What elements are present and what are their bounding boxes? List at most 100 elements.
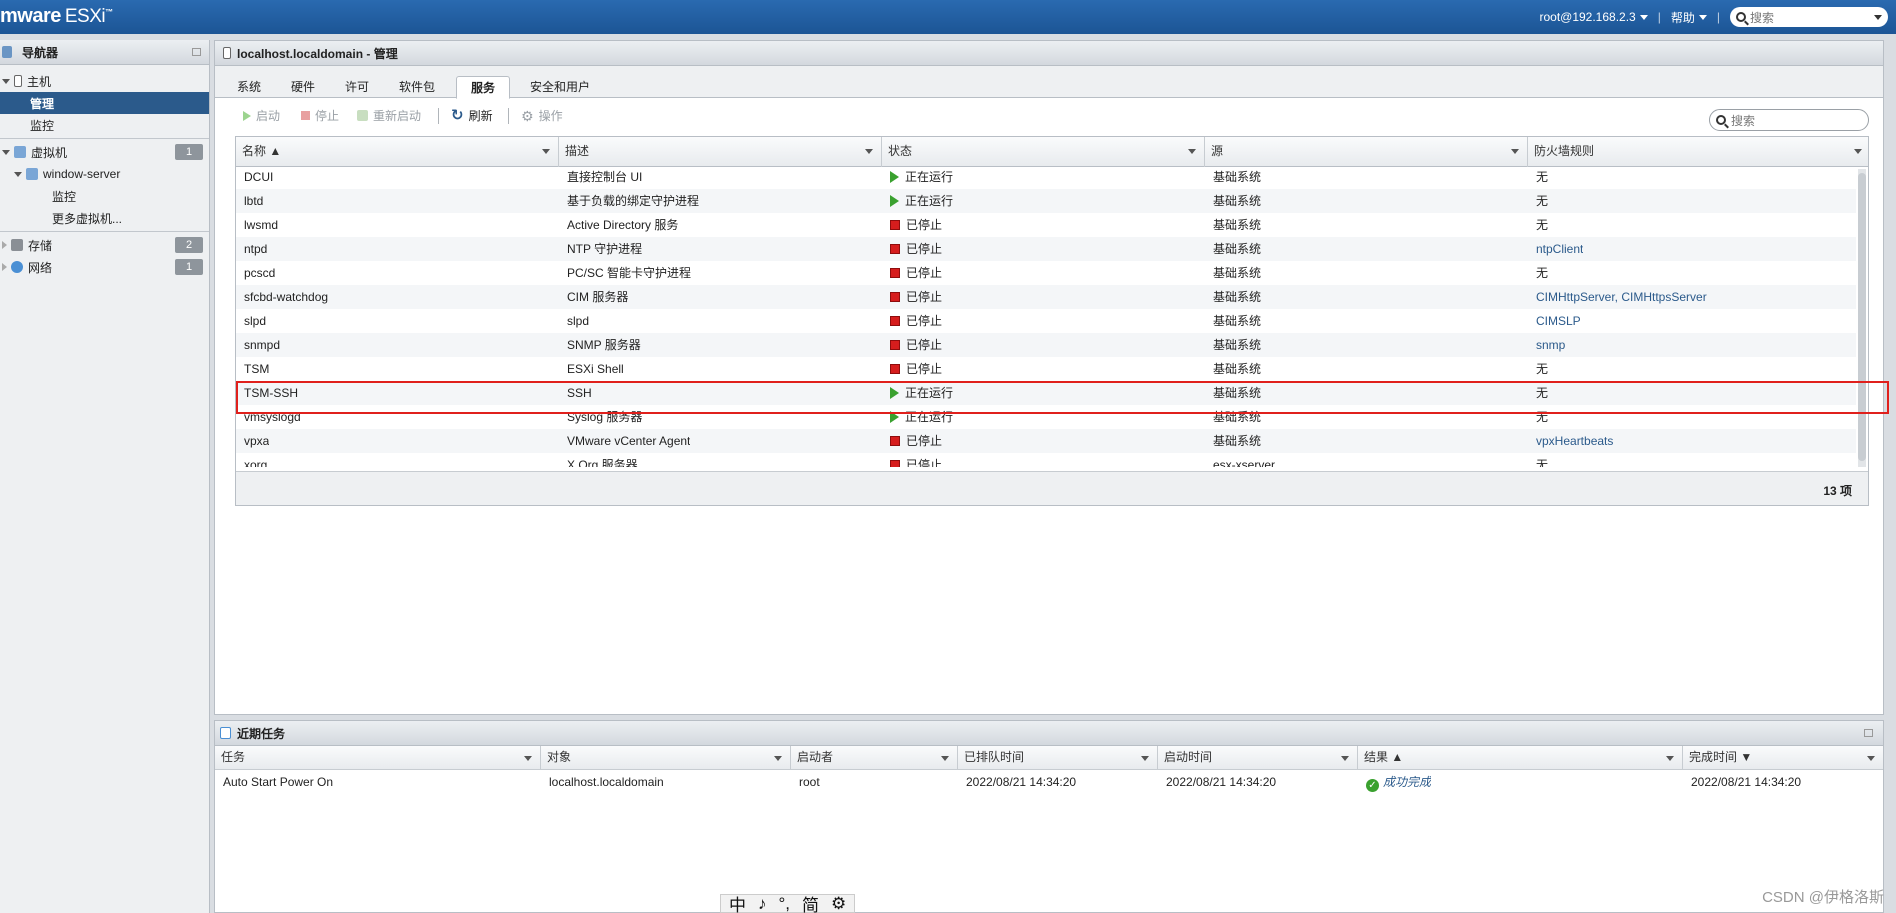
global-search-input[interactable]: 搜索: [1730, 7, 1888, 27]
nav-host-monitor[interactable]: 监控: [0, 114, 209, 136]
tab-security-users[interactable]: 安全和用户: [517, 76, 603, 99]
ime-button[interactable]: 简: [802, 891, 819, 913]
minimize-icon[interactable]: [192, 48, 201, 56]
gear-icon: ⚙: [521, 107, 534, 124]
table-row[interactable]: xorg X.Org 服务器 已停止 esx-xserver 无: [236, 453, 1856, 467]
nav-host-manage[interactable]: 管理: [0, 92, 209, 114]
tab-hardware[interactable]: 硬件: [279, 76, 327, 99]
expand-icon[interactable]: [14, 171, 22, 177]
count-badge: 1: [175, 259, 203, 275]
user-menu[interactable]: root@192.168.2.3: [1531, 10, 1655, 24]
column-status[interactable]: 状态: [882, 137, 1205, 167]
stopped-icon: [890, 244, 900, 254]
panel-header: localhost.localdomain - 管理: [215, 41, 1883, 66]
nav-host[interactable]: 主机: [0, 70, 209, 92]
column-source[interactable]: 源: [1205, 137, 1528, 167]
service-toolbar: 启动 停止 重新启动 ↻ 刷新 ⚙ 操作: [215, 99, 1883, 129]
watermark: CSDN @伊格洛斯: [1762, 889, 1884, 906]
task-row[interactable]: Auto Start Power On localhost.localdomai…: [215, 770, 1883, 794]
navigator-header: 导航器: [0, 40, 209, 65]
nav-storage[interactable]: 存储 2: [0, 234, 209, 256]
chevron-down-icon: [1698, 14, 1707, 20]
table-row[interactable]: snmpd SNMP 服务器 已停止 基础系统 snmp: [236, 333, 1856, 357]
tab-services[interactable]: 服务: [456, 76, 510, 99]
stopped-icon: [890, 220, 900, 230]
column-completed[interactable]: 完成时间 ▼: [1683, 746, 1883, 770]
stopped-icon: [890, 460, 900, 467]
scrollbar-thumb[interactable]: [1858, 173, 1866, 461]
vm-icon: [26, 168, 38, 180]
collapsed-icon[interactable]: [2, 241, 7, 249]
recent-tasks-panel: 近期任务 任务 对象 启动者 已排队时间 启动时间 结果 ▲ 完成时间 ▼ Au…: [214, 720, 1884, 913]
table-row[interactable]: lbtd 基于负载的绑定守护进程 正在运行 基础系统无: [236, 189, 1856, 213]
table-row[interactable]: pcscd PC/SC 智能卡守护进程 已停止 基础系统无: [236, 261, 1856, 285]
search-placeholder: 搜索: [1750, 10, 1775, 25]
table-row[interactable]: lwsmd Active Directory 服务 已停止 基础系统无: [236, 213, 1856, 237]
nav-vm-monitor[interactable]: 监控: [0, 185, 209, 207]
tab-system[interactable]: 系统: [225, 76, 273, 99]
refresh-icon: ↻: [451, 106, 464, 124]
nav-more-vms[interactable]: 更多虚拟机...: [0, 207, 209, 229]
tab-bar: 系统 硬件 许可 软件包 服务 安全和用户: [215, 66, 1883, 99]
ime-button[interactable]: ♪: [758, 894, 767, 913]
separator: |: [1657, 10, 1661, 24]
highlight-box: [236, 381, 1889, 414]
help-label: 帮助: [1670, 10, 1695, 25]
services-search-input[interactable]: 搜索: [1709, 109, 1869, 131]
vm-icon: [14, 146, 26, 158]
tab-licensing[interactable]: 许可: [333, 76, 381, 99]
tasks-icon: [220, 727, 231, 739]
nav-vms[interactable]: 虚拟机 1: [0, 141, 209, 163]
nav-vm-window-server[interactable]: window-server: [0, 163, 209, 185]
ime-toolbar: 中 ♪ °, 简 ⚙: [720, 891, 856, 913]
panel-title: localhost.localdomain - 管理: [237, 46, 398, 61]
refresh-button[interactable]: ↻ 刷新: [451, 107, 493, 124]
stop-button[interactable]: 停止: [301, 107, 339, 124]
navigator-panel: 导航器 主机 管理 监控 虚拟机 1 window-server 监控 更多虚拟…: [0, 40, 210, 913]
column-target[interactable]: 对象: [541, 746, 791, 770]
table-row[interactable]: sfcbd-watchdog CIM 服务器 已停止 基础系统 CIMHttpServe…: [236, 285, 1856, 309]
chevron-down-icon[interactable]: [1874, 14, 1882, 20]
minimize-icon[interactable]: [1864, 729, 1873, 737]
column-result[interactable]: 结果 ▲: [1358, 746, 1683, 770]
collapsed-icon[interactable]: [2, 263, 7, 271]
column-queued[interactable]: 已排队时间: [958, 746, 1158, 770]
column-task[interactable]: 任务: [215, 746, 541, 770]
actions-button[interactable]: ⚙ 操作: [521, 107, 563, 124]
host-icon: [223, 47, 231, 59]
table-row[interactable]: TSM ESXi Shell 已停止 基础系统无: [236, 357, 1856, 381]
table-row[interactable]: DCUI 直接控制台 UI 正在运行 基础系统无: [236, 167, 1856, 189]
expand-icon[interactable]: [2, 78, 10, 84]
nav-network[interactable]: 网络 1: [0, 256, 209, 278]
stopped-icon: [890, 316, 900, 326]
column-firewall[interactable]: 防火墙规则: [1528, 137, 1870, 167]
play-icon: [243, 110, 251, 121]
tab-packages[interactable]: 软件包: [387, 76, 447, 99]
table-scrollbar[interactable]: [1858, 169, 1866, 467]
start-button[interactable]: 启动: [243, 107, 280, 124]
table-header: 名称 ▲ 描述 状态 源 防火墙规则: [236, 137, 1868, 167]
ime-button[interactable]: ⚙: [831, 894, 846, 913]
column-started[interactable]: 启动时间: [1158, 746, 1358, 770]
table-row[interactable]: slpd slpd 已停止 基础系统 CIMSLP: [236, 309, 1856, 333]
vmware-logo: mware ESXi™: [0, 5, 113, 27]
expand-icon[interactable]: [2, 149, 10, 155]
chevron-down-icon: [1639, 14, 1648, 20]
ime-button[interactable]: 中: [729, 891, 746, 913]
help-menu[interactable]: 帮助: [1663, 9, 1715, 26]
column-initiator[interactable]: 启动者: [791, 746, 958, 770]
column-description[interactable]: 描述: [559, 137, 882, 167]
table-body: DCUI 直接控制台 UI 正在运行 基础系统无 lbtd 基于负载的绑定守护进程 正在运行…: [236, 167, 1856, 467]
column-name[interactable]: 名称 ▲: [236, 137, 559, 167]
navigator-title: 导航器: [22, 45, 59, 60]
table-row[interactable]: vpxa VMware vCenter Agent 已停止 基础系统 vpxHeartb…: [236, 429, 1856, 453]
item-count: 13 项: [1823, 484, 1852, 498]
navigator-icon: [2, 46, 12, 58]
restart-button[interactable]: 重新启动: [357, 107, 421, 124]
stopped-icon: [890, 292, 900, 302]
ime-button[interactable]: °,: [779, 894, 791, 913]
table-row[interactable]: ntpd NTP 守护进程 已停止 基础系统 ntpClient: [236, 237, 1856, 261]
storage-icon: [11, 239, 23, 251]
search-icon: [1736, 12, 1746, 22]
product-name: ESXi: [64, 6, 106, 27]
